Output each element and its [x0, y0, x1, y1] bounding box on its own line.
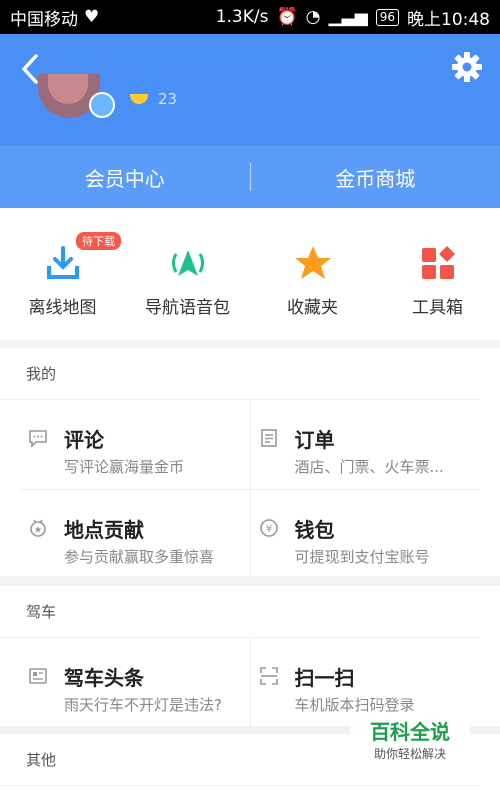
comment-title: 评论: [64, 428, 104, 452]
wifi-icon: ◔: [305, 7, 321, 27]
comment-subtitle: 写评论赢海量金币: [64, 458, 185, 476]
mine-section: 我的 评论 写评论赢海量金币 订单 酒店、门票、火车票... 地点贡献 参与贡献…: [0, 348, 500, 580]
wallet-subtitle: 可提现到支付宝账号: [294, 548, 430, 566]
toolbox-button[interactable]: 工具箱: [375, 208, 500, 340]
drive-news-entry[interactable]: 驾车头条 雨天行车不开灯是违法?: [20, 638, 250, 728]
coin-icon: [130, 94, 148, 104]
wallet-title: 钱包: [294, 518, 335, 542]
scan-entry[interactable]: 扫一扫 车机版本扫码登录: [249, 638, 481, 728]
toolbox-icon: [421, 246, 455, 279]
level-value: 23: [158, 90, 178, 108]
news-icon: [29, 668, 47, 684]
scan-title: 扫一扫: [294, 666, 355, 690]
order-entry[interactable]: 订单 酒店、门票、火车票...: [249, 400, 481, 489]
watermark-title: 百科全说: [370, 720, 450, 744]
comment-entry[interactable]: 评论 写评论赢海量金币: [20, 400, 250, 489]
place-contribution-entry[interactable]: 地点贡献 参与贡献赢取多重惊喜: [20, 490, 250, 580]
scan-subtitle: 车机版本扫码登录: [294, 696, 415, 714]
favorites-button[interactable]: 收藏夹: [250, 208, 375, 340]
watermark-logo: 百科全说 助你轻松解决: [350, 716, 470, 766]
place-contribution-subtitle: 参与贡献赢取多重惊喜: [64, 548, 215, 566]
mine-section-title: 我的: [0, 348, 480, 400]
drive-section: 驾车 驾车头条 雨天行车不开灯是违法? 扫一扫 车机版本扫码登录: [0, 586, 500, 728]
signal-icon: ▁▃▅: [328, 7, 368, 27]
star-icon: [294, 246, 331, 279]
toolbox-label: 工具箱: [412, 298, 463, 318]
status-bar: 中国移动 ♥ 1.3K/s ⏰ ◔ ▁▃▅ 96 晚上10:48: [0, 0, 500, 34]
offline-map-button[interactable]: 待下载 离线地图: [0, 208, 125, 340]
svg-text:¥: ¥: [265, 524, 271, 535]
scan-icon: [259, 667, 278, 685]
profile-header: 23: [0, 34, 500, 146]
download-icon: [46, 246, 79, 279]
voice-pack-label: 导航语音包: [145, 298, 230, 318]
member-bar: 会员中心 金币商城: [0, 146, 500, 208]
drive-row: 驾车头条 雨天行车不开灯是违法? 扫一扫 车机版本扫码登录: [20, 638, 480, 728]
member-center-button[interactable]: 会员中心: [0, 163, 250, 192]
coin-mall-button[interactable]: 金币商城: [251, 163, 500, 192]
order-icon: [260, 429, 277, 447]
diamond-badge-icon: [89, 92, 115, 118]
comment-icon: [29, 430, 47, 448]
battery-indicator: 96: [375, 8, 399, 26]
drive-news-title: 驾车头条: [64, 666, 144, 690]
wallet-icon: ¥: [259, 519, 278, 537]
wallet-entry[interactable]: ¥ 钱包 可提现到支付宝账号: [249, 490, 481, 580]
place-contribution-title: 地点贡献: [64, 518, 144, 542]
alarm-icon: ⏰: [276, 7, 298, 27]
heart-icon: ♥: [84, 7, 100, 27]
carrier-label: 中国移动: [10, 9, 78, 30]
medal-icon: [30, 519, 46, 537]
order-title: 订单: [294, 428, 335, 452]
quick-actions: 待下载 离线地图 导航语音包 收藏夹 工具箱: [0, 208, 500, 340]
settings-gear-icon[interactable]: [451, 51, 483, 83]
drive-news-subtitle: 雨天行车不开灯是违法?: [64, 696, 222, 714]
time-label: 晚上10:48: [407, 9, 490, 30]
pending-download-badge: 待下载: [76, 232, 121, 250]
order-subtitle: 酒店、门票、火车票...: [294, 458, 444, 476]
mine-row-1: 评论 写评论赢海量金币 订单 酒店、门票、火车票...: [20, 400, 480, 490]
voice-pack-button[interactable]: 导航语音包: [125, 208, 250, 340]
offline-map-label: 离线地图: [28, 298, 97, 318]
favorites-label: 收藏夹: [287, 298, 338, 318]
navigation-voice-icon: [171, 250, 204, 276]
network-speed: 1.3K/s: [215, 7, 269, 27]
watermark-subtitle: 助你轻松解决: [373, 747, 446, 761]
drive-section-title: 驾车: [0, 586, 480, 638]
mine-row-2: 地点贡献 参与贡献赢取多重惊喜 ¥ 钱包 可提现到支付宝账号: [20, 490, 480, 580]
